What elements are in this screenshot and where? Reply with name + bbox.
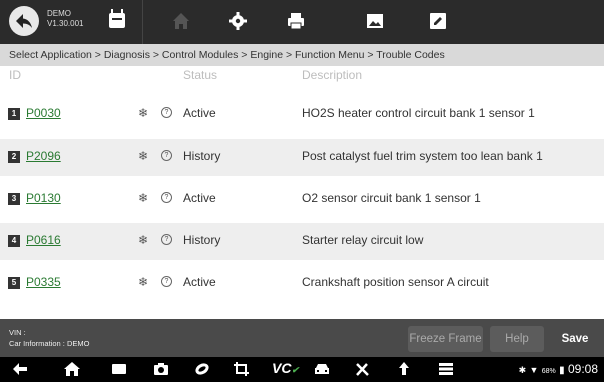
row-index: 4 (8, 235, 20, 247)
dtc-code-link[interactable]: P2096 (26, 149, 61, 163)
app-version: DEMO V1.30.001 (47, 9, 83, 29)
dtc-description: HO2S heater control circuit bank 1 senso… (302, 106, 535, 120)
camera-icon (154, 363, 168, 375)
system-status-area: ✱ ▼ 68% ▮ 09:08 (519, 362, 598, 376)
table-row[interactable]: 3 P0130 ❄ ? Active O2 sensor circuit ban… (0, 181, 604, 218)
vehicle-icon (315, 364, 329, 374)
nav-back-icon (13, 363, 27, 375)
help-icon[interactable]: ? (161, 234, 172, 245)
dtc-description: Starter relay circuit low (302, 233, 424, 247)
print-icon (288, 13, 304, 30)
settings-button[interactable] (227, 10, 249, 32)
table-row[interactable]: 5 P0335 ❄ ? Active Crankshaft position s… (0, 265, 604, 302)
image-icon (367, 14, 383, 28)
car-info-label: Car Information : DEMO (9, 339, 90, 348)
table-row[interactable]: 1 P0030 ❄ ? Active HO2S heater control c… (0, 96, 604, 133)
dtc-code-link[interactable]: P0616 (26, 233, 61, 247)
dtc-description: O2 sensor circuit bank 1 sensor 1 (302, 191, 481, 205)
table-row[interactable]: 4 P0616 ❄ ? History Starter relay circui… (0, 223, 604, 260)
dtc-status: Active (183, 275, 216, 289)
print-button[interactable] (285, 10, 307, 32)
freeze-frame-icon[interactable]: ❄ (138, 233, 148, 247)
wifi-icon: ▼ (529, 365, 539, 375)
freeze-frame-button[interactable]: Freeze Frame (408, 326, 483, 352)
nav-upload-button[interactable] (395, 361, 413, 377)
row-index: 5 (8, 277, 20, 289)
nav-home-icon (64, 362, 80, 376)
help-icon[interactable]: ? (161, 276, 172, 287)
freeze-frame-icon[interactable]: ❄ (138, 275, 148, 289)
row-index: 1 (8, 108, 20, 120)
nav-crop-button[interactable] (233, 361, 251, 377)
system-navigation-bar: VC✔ ✱ ▼ 68% ▮ 09:08 (0, 357, 604, 382)
clock: 09:08 (567, 362, 598, 376)
nav-browser-button[interactable] (193, 361, 211, 377)
app-name: DEMO (47, 9, 71, 18)
dtc-status: History (183, 149, 221, 163)
help-icon[interactable]: ? (161, 192, 172, 203)
dtc-description: Crankshaft position sensor A circuit (302, 275, 489, 289)
recent-apps-icon (112, 364, 126, 374)
home-icon (173, 13, 189, 29)
vci-check-icon: ✔ (291, 365, 299, 375)
nav-home-button[interactable] (63, 361, 81, 377)
vin-label: VIN : (9, 328, 26, 337)
row-index: 2 (8, 151, 20, 163)
breadcrumb: Select Application > Diagnosis > Control… (0, 44, 604, 66)
help-icon[interactable]: ? (161, 150, 172, 161)
dtc-code-link[interactable]: P0335 (26, 275, 61, 289)
dtc-status: History (183, 233, 221, 247)
table-row[interactable]: 2 P2096 ❄ ? History Post catalyst fuel t… (0, 139, 604, 176)
nav-back-button[interactable] (11, 361, 29, 377)
freeze-frame-icon[interactable]: ❄ (138, 149, 148, 163)
database-icon (439, 363, 453, 375)
back-icon (16, 14, 32, 28)
nav-recents-button[interactable] (110, 361, 128, 377)
bottom-action-bar: VIN : Car Information : DEMO Freeze Fram… (0, 319, 604, 357)
dtc-code-link[interactable]: P0130 (26, 191, 61, 205)
column-header-description: Description (302, 68, 363, 82)
back-button[interactable] (9, 6, 39, 36)
nav-tools-button[interactable] (354, 361, 372, 377)
dtc-description: Post catalyst fuel trim system too lean … (302, 149, 543, 163)
vci-label: VC (272, 360, 292, 376)
column-header-id: ID (9, 68, 21, 82)
crop-icon (234, 362, 249, 376)
nav-data-button[interactable] (437, 361, 455, 377)
vehicle-info: VIN : Car Information : DEMO (9, 327, 89, 349)
toolbar-divider (142, 0, 143, 44)
vci-button[interactable]: VC✔ (272, 360, 299, 376)
edit-button[interactable] (427, 10, 449, 32)
gear-icon (229, 12, 247, 30)
freeze-frame-icon[interactable]: ❄ (138, 106, 148, 120)
battery-percent: 68% (541, 368, 556, 375)
battery-icon: ▮ (559, 365, 565, 376)
dtc-code-link[interactable]: P0030 (26, 106, 61, 120)
nav-camera-button[interactable] (152, 361, 170, 377)
freeze-frame-icon[interactable]: ❄ (138, 191, 148, 205)
column-header-status: Status (183, 68, 218, 82)
help-icon[interactable]: ? (161, 107, 172, 118)
version-label: V1.30.001 (47, 19, 84, 28)
car-icon (108, 9, 126, 29)
help-button[interactable]: Help (490, 326, 544, 352)
dtc-status: Active (183, 191, 216, 205)
save-button[interactable]: Save (550, 326, 600, 352)
upload-icon (399, 362, 409, 375)
home-button[interactable] (170, 10, 192, 32)
screenshot-button[interactable] (364, 10, 386, 32)
dtc-status: Active (183, 106, 216, 120)
top-toolbar: DEMO V1.30.001 (0, 0, 604, 44)
row-index: 3 (8, 193, 20, 205)
browser-icon (195, 363, 209, 375)
tools-icon (356, 363, 369, 376)
bluetooth-icon: ✱ (518, 365, 527, 375)
edit-icon (430, 13, 446, 29)
nav-vehicle-button[interactable] (313, 361, 331, 377)
